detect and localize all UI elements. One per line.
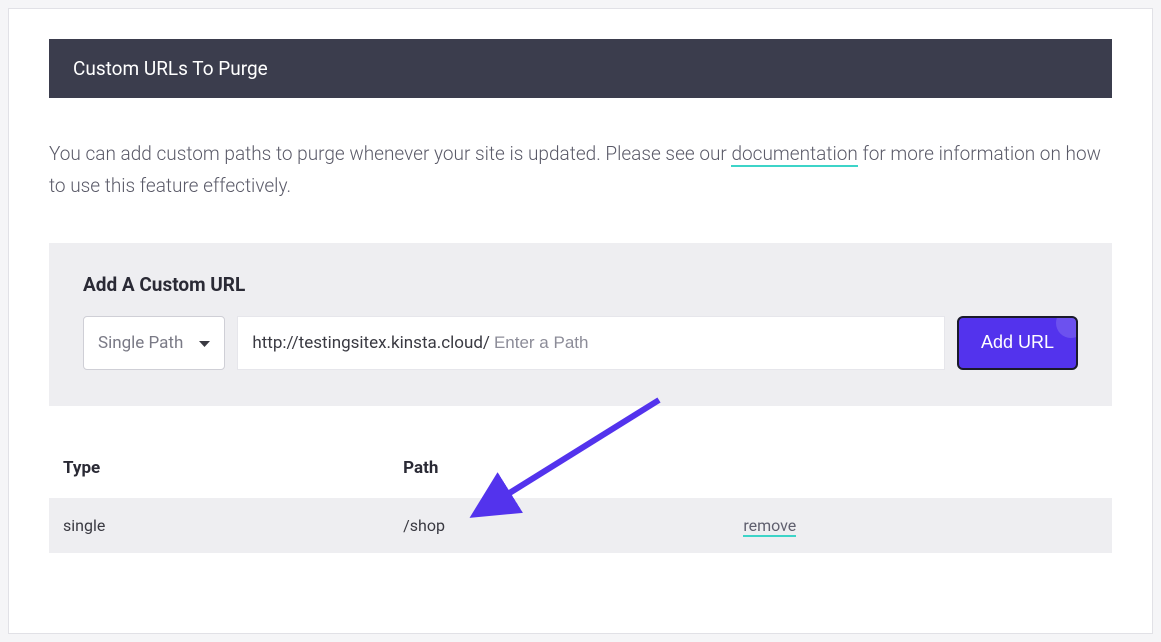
custom-urls-table: Type Path single /shop remove [49,446,1112,553]
section-header: Custom URLs To Purge [49,39,1112,98]
table-header-action [729,446,1112,498]
add-url-title: Add A Custom URL [83,273,1078,296]
row-type: single [49,498,389,553]
path-type-selected: Single Path [98,333,183,353]
url-input-wrapper[interactable]: http://testingsitex.kinsta.cloud/ [237,316,945,370]
row-action-cell: remove [729,498,1112,553]
url-prefix: http://testingsitex.kinsta.cloud/ [252,333,490,353]
remove-link[interactable]: remove [743,516,796,537]
table-row: single /shop remove [49,498,1112,553]
add-custom-url-box: Add A Custom URL Single Path http://test… [49,243,1112,406]
section-description: You can add custom paths to purge whenev… [49,138,1112,203]
documentation-link[interactable]: documentation [731,142,857,167]
custom-urls-table-wrap: Type Path single /shop remove [49,446,1112,553]
add-url-row: Single Path http://testingsitex.kinsta.c… [83,316,1078,370]
chevron-down-icon [199,333,210,353]
description-before: You can add custom paths to purge whenev… [49,142,731,165]
table-header-type: Type [49,446,389,498]
settings-panel: Custom URLs To Purge You can add custom … [8,8,1153,634]
url-path-input[interactable] [490,333,930,353]
section-title: Custom URLs To Purge [73,57,268,80]
add-url-button[interactable]: Add URL [957,316,1078,370]
row-path: /shop [389,498,729,553]
path-type-select[interactable]: Single Path [83,316,225,370]
table-header-path: Path [389,446,729,498]
